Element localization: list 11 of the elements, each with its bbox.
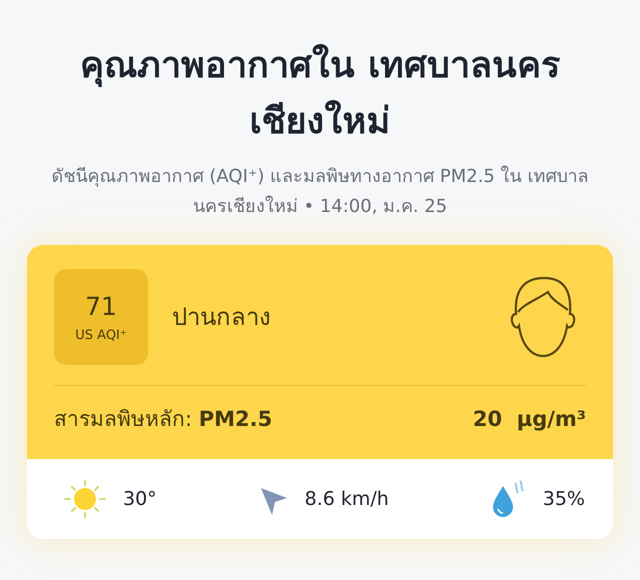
wind-speed: 8.6 km/h	[304, 487, 389, 512]
aqi-unit: US AQI⁺	[75, 326, 127, 345]
sun-icon	[63, 479, 107, 520]
aqi-value: 71	[85, 291, 117, 324]
page-title: คุณภาพอากาศใน เทศบาลนครเชียงใหม่	[79, 43, 561, 144]
pollutant-concentration: 20 µg/m³	[472, 406, 586, 433]
page-subtitle: ดัชนีคุณภาพอากาศ (AQI⁺) และมลพิษทางอากาศ PM2.5 ใน เทศบาลนครเชียงใหม่ • 14:00, ม.ค. 25	[50, 164, 590, 220]
main-pollutant: สารมลพิษหลัก: PM2.5	[54, 406, 272, 433]
aqi-level: ปานกลาง	[172, 302, 271, 333]
humidity-value: 35%	[542, 487, 585, 512]
temperature-value: 30°	[123, 487, 157, 512]
